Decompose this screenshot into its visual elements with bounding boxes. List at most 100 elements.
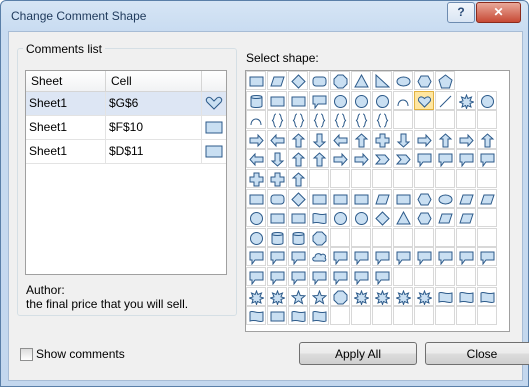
wave-shape-icon[interactable]: [288, 306, 308, 325]
apply-all-button[interactable]: Apply All: [299, 342, 417, 365]
callout-shape-icon[interactable]: [267, 247, 287, 266]
circle-shape-icon[interactable]: [246, 208, 266, 227]
cross-shape-icon[interactable]: [372, 130, 392, 149]
brace-shape-icon[interactable]: [372, 110, 392, 129]
parallelogram-shape-icon[interactable]: [456, 189, 476, 208]
callout-shape-icon[interactable]: [414, 247, 434, 266]
rectangle-shape-icon[interactable]: [267, 91, 287, 110]
callout-shape-icon[interactable]: [330, 267, 350, 286]
callout-shape-icon[interactable]: [477, 247, 497, 266]
explosion-shape-icon[interactable]: [372, 287, 392, 306]
rectangle-shape-icon[interactable]: [288, 91, 308, 110]
comments-table[interactable]: Sheet Cell Sheet1 $G$6 Sheet1 $F$10 Shee…: [25, 70, 227, 275]
left-arrow-shape-icon[interactable]: [246, 149, 266, 168]
title-bar[interactable]: Change Comment Shape ? ✕: [1, 1, 528, 31]
up-arrow-shape-icon[interactable]: [288, 130, 308, 149]
down-arrow-shape-icon[interactable]: [267, 149, 287, 168]
arc-shape-icon[interactable]: [393, 91, 413, 110]
down-arrow-shape-icon[interactable]: [393, 130, 413, 149]
brace-shape-icon[interactable]: [288, 110, 308, 129]
right-arrow-shape-icon[interactable]: [246, 130, 266, 149]
wave-shape-icon[interactable]: [477, 287, 497, 306]
table-row[interactable]: Sheet1 $D$11: [26, 140, 226, 164]
rounded-rectangle-shape-icon[interactable]: [267, 189, 287, 208]
rectangle-shape-icon[interactable]: [393, 189, 413, 208]
callout-shape-icon[interactable]: [393, 247, 413, 266]
chevron-shape-icon[interactable]: [393, 149, 413, 168]
triangle-shape-icon[interactable]: [393, 208, 413, 227]
diamond-shape-icon[interactable]: [372, 208, 392, 227]
rectangle-shape-icon[interactable]: [330, 189, 350, 208]
star-shape-icon[interactable]: [288, 287, 308, 306]
table-row[interactable]: Sheet1 $G$6: [26, 92, 226, 116]
rectangle-shape-icon[interactable]: [288, 208, 308, 227]
heart-shape-icon[interactable]: [414, 91, 434, 110]
parallelogram-shape-icon[interactable]: [456, 208, 476, 227]
cylinder-shape-icon[interactable]: [267, 228, 287, 247]
callout-shape-icon[interactable]: [330, 247, 350, 266]
rectangle-shape-icon[interactable]: [246, 71, 266, 90]
explosion-shape-icon[interactable]: [267, 287, 287, 306]
explosion-shape-icon[interactable]: [414, 287, 434, 306]
up-arrow-shape-icon[interactable]: [435, 130, 455, 149]
callout-shape-icon[interactable]: [288, 247, 308, 266]
hexagon-shape-icon[interactable]: [414, 189, 434, 208]
circle-shape-icon[interactable]: [372, 91, 392, 110]
cylinder-shape-icon[interactable]: [246, 91, 266, 110]
show-comments-checkbox[interactable]: [20, 348, 33, 361]
callout-shape-icon[interactable]: [351, 247, 371, 266]
callout-shape-icon[interactable]: [372, 267, 392, 286]
up-arrow-shape-icon[interactable]: [309, 149, 329, 168]
circle-shape-icon[interactable]: [330, 208, 350, 227]
octagon-shape-icon[interactable]: [330, 287, 350, 306]
column-header-cell[interactable]: Cell: [106, 71, 202, 91]
left-arrow-shape-icon[interactable]: [267, 130, 287, 149]
pentagon-shape-icon[interactable]: [435, 71, 455, 90]
callout-shape-icon[interactable]: [435, 247, 455, 266]
callout-shape-icon[interactable]: [372, 247, 392, 266]
rectangle-shape-icon[interactable]: [246, 189, 266, 208]
cross-shape-icon[interactable]: [267, 169, 287, 188]
callout-shape-icon[interactable]: [246, 247, 266, 266]
line-shape-icon[interactable]: [435, 91, 455, 110]
brace-shape-icon[interactable]: [309, 110, 329, 129]
callout-shape-icon[interactable]: [351, 267, 371, 286]
triangle-shape-icon[interactable]: [351, 71, 371, 90]
up-arrow-shape-icon[interactable]: [351, 130, 371, 149]
right-arrow-shape-icon[interactable]: [330, 149, 350, 168]
brace-shape-icon[interactable]: [267, 110, 287, 129]
ellipse-shape-icon[interactable]: [393, 71, 413, 90]
octagon-shape-icon[interactable]: [330, 71, 350, 90]
right-arrow-shape-icon[interactable]: [414, 130, 434, 149]
callout-shape-icon[interactable]: [456, 247, 476, 266]
parallelogram-shape-icon[interactable]: [267, 71, 287, 90]
arc-shape-icon[interactable]: [246, 110, 266, 129]
circle-shape-icon[interactable]: [477, 91, 497, 110]
up-arrow-shape-icon[interactable]: [477, 130, 497, 149]
callout-shape-icon[interactable]: [435, 149, 455, 168]
wave-shape-icon[interactable]: [435, 287, 455, 306]
callout-shape-icon[interactable]: [477, 149, 497, 168]
close-window-button[interactable]: ✕: [476, 2, 521, 23]
parallelogram-shape-icon[interactable]: [372, 189, 392, 208]
chevron-shape-icon[interactable]: [372, 149, 392, 168]
wave-shape-icon[interactable]: [246, 306, 266, 325]
up-arrow-shape-icon[interactable]: [288, 169, 308, 188]
column-header-sheet[interactable]: Sheet: [26, 71, 106, 91]
parallelogram-shape-icon[interactable]: [435, 208, 455, 227]
callout-shape-icon[interactable]: [309, 91, 329, 110]
hexagon-shape-icon[interactable]: [414, 71, 434, 90]
cloud-shape-icon[interactable]: [309, 247, 329, 266]
right-triangle-shape-icon[interactable]: [372, 71, 392, 90]
parallelogram-shape-icon[interactable]: [477, 189, 497, 208]
explosion-shape-icon[interactable]: [393, 287, 413, 306]
up-arrow-shape-icon[interactable]: [288, 149, 308, 168]
wave-shape-icon[interactable]: [309, 208, 329, 227]
explosion-shape-icon[interactable]: [351, 287, 371, 306]
right-arrow-shape-icon[interactable]: [456, 130, 476, 149]
rectangle-shape-icon[interactable]: [309, 189, 329, 208]
wave-shape-icon[interactable]: [456, 287, 476, 306]
callout-shape-icon[interactable]: [246, 267, 266, 286]
left-arrow-shape-icon[interactable]: [330, 130, 350, 149]
cylinder-shape-icon[interactable]: [288, 228, 308, 247]
